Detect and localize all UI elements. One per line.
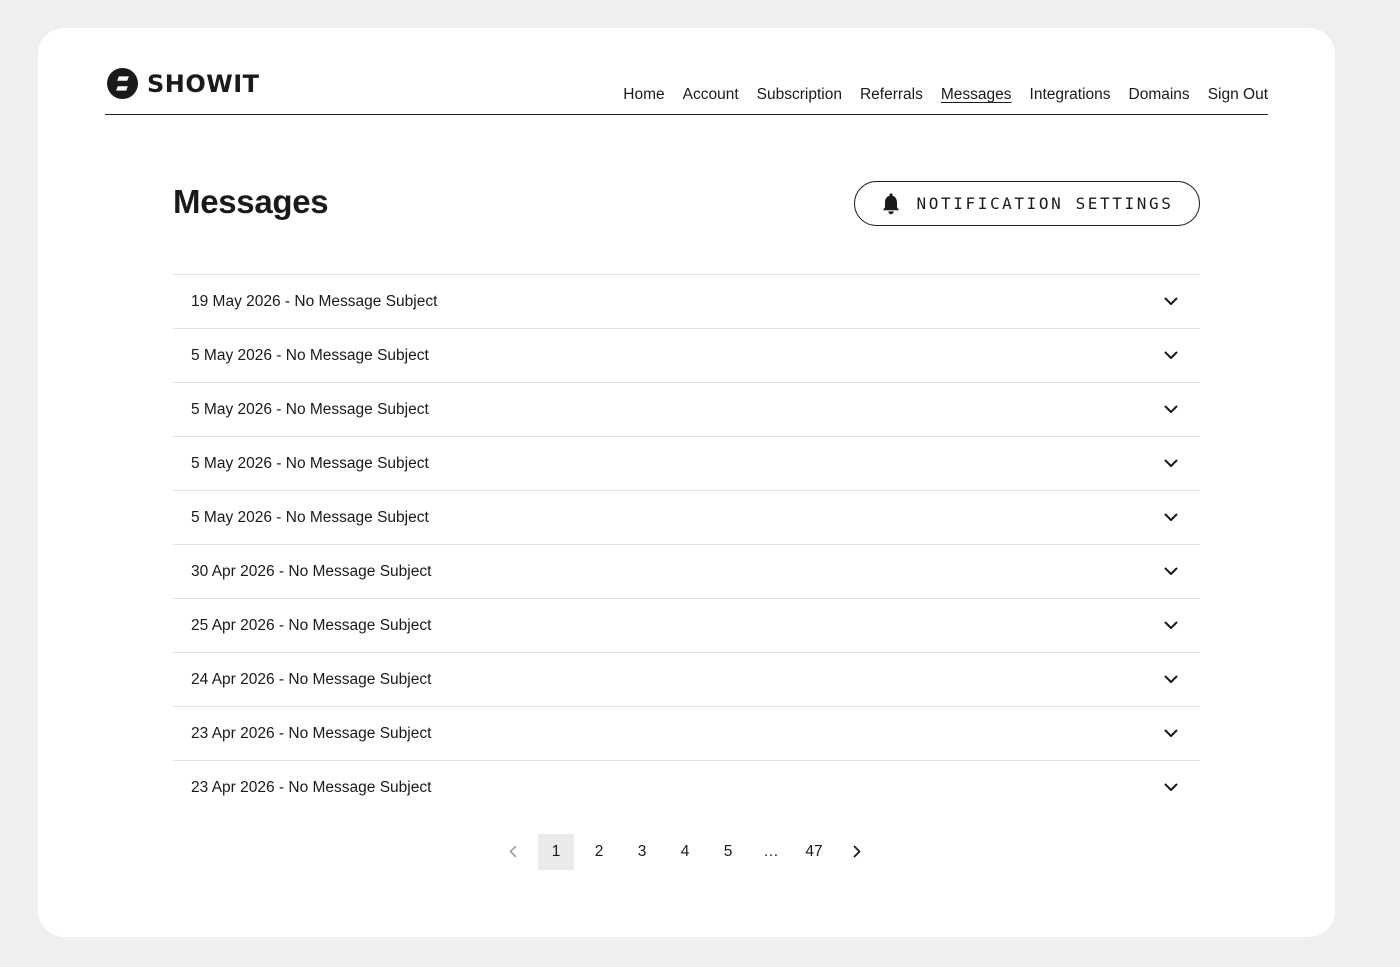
- message-row[interactable]: 24 Apr 2026 - No Message Subject: [173, 653, 1200, 707]
- nav-subscription[interactable]: Subscription: [757, 86, 842, 104]
- page-title: Messages: [173, 183, 329, 220]
- nav-sign-out[interactable]: Sign Out: [1208, 86, 1268, 104]
- pagination-prev-button[interactable]: [495, 834, 531, 870]
- brand-logo[interactable]: SHOWIT: [107, 68, 260, 99]
- page-button-4[interactable]: 4: [667, 834, 703, 870]
- page-button-1[interactable]: 1: [538, 833, 574, 870]
- message-title: 25 Apr 2026 - No Message Subject: [191, 616, 432, 634]
- chevron-right-icon: [853, 845, 861, 858]
- message-row[interactable]: 23 Apr 2026 - No Message Subject: [173, 707, 1200, 761]
- page-button-5[interactable]: 5: [710, 834, 746, 870]
- message-title: 19 May 2026 - No Message Subject: [191, 292, 438, 310]
- message-title: 24 Apr 2026 - No Message Subject: [191, 670, 432, 688]
- page-button-2[interactable]: 2: [581, 834, 617, 870]
- message-row[interactable]: 5 May 2026 - No Message Subject: [173, 491, 1200, 545]
- main-card: SHOWIT Home Account Subscription Referra…: [38, 28, 1335, 937]
- nav-home[interactable]: Home: [623, 86, 664, 104]
- notification-settings-button[interactable]: NOTIFICATION SETTINGS: [854, 181, 1200, 226]
- showit-logo-icon: [107, 68, 138, 99]
- brand-name: SHOWIT: [147, 69, 260, 98]
- chevron-left-icon: [509, 845, 517, 858]
- message-title: 5 May 2026 - No Message Subject: [191, 454, 429, 472]
- message-row[interactable]: 30 Apr 2026 - No Message Subject: [173, 545, 1200, 599]
- bell-icon: [882, 192, 899, 214]
- message-title: 23 Apr 2026 - No Message Subject: [191, 778, 432, 796]
- message-row[interactable]: 25 Apr 2026 - No Message Subject: [173, 599, 1200, 653]
- pagination-next-button[interactable]: [839, 834, 875, 870]
- chevron-down-icon[interactable]: [1164, 621, 1178, 630]
- chevron-down-icon[interactable]: [1164, 405, 1178, 414]
- message-row[interactable]: 5 May 2026 - No Message Subject: [173, 437, 1200, 491]
- notification-settings-label: NOTIFICATION SETTINGS: [916, 194, 1174, 213]
- page-button-3[interactable]: 3: [624, 834, 660, 870]
- nav-domains[interactable]: Domains: [1129, 86, 1190, 104]
- pagination: 1 2 3 4 5 … 47: [495, 833, 882, 870]
- nav-referrals[interactable]: Referrals: [860, 86, 923, 104]
- message-list: 19 May 2026 - No Message Subject 5 May 2…: [173, 274, 1200, 814]
- nav-integrations[interactable]: Integrations: [1030, 86, 1111, 104]
- message-title: 5 May 2026 - No Message Subject: [191, 400, 429, 418]
- nav-account[interactable]: Account: [683, 86, 739, 104]
- message-title: 5 May 2026 - No Message Subject: [191, 346, 429, 364]
- pagination-ellipsis: …: [763, 842, 779, 860]
- chevron-down-icon[interactable]: [1164, 351, 1178, 360]
- message-title: 5 May 2026 - No Message Subject: [191, 508, 429, 526]
- chevron-down-icon[interactable]: [1164, 675, 1178, 684]
- site-header: SHOWIT Home Account Subscription Referra…: [105, 66, 1268, 115]
- message-row[interactable]: 5 May 2026 - No Message Subject: [173, 383, 1200, 437]
- chevron-down-icon[interactable]: [1164, 567, 1178, 576]
- chevron-down-icon[interactable]: [1164, 459, 1178, 468]
- chevron-down-icon[interactable]: [1164, 729, 1178, 738]
- message-row[interactable]: 23 Apr 2026 - No Message Subject: [173, 761, 1200, 814]
- chevron-down-icon[interactable]: [1164, 783, 1178, 792]
- message-row[interactable]: 5 May 2026 - No Message Subject: [173, 329, 1200, 383]
- page-button-47[interactable]: 47: [796, 834, 832, 870]
- chevron-down-icon[interactable]: [1164, 513, 1178, 522]
- nav-messages[interactable]: Messages: [941, 86, 1012, 104]
- message-row[interactable]: 19 May 2026 - No Message Subject: [173, 275, 1200, 329]
- chevron-down-icon[interactable]: [1164, 297, 1178, 306]
- message-title: 23 Apr 2026 - No Message Subject: [191, 724, 432, 742]
- top-nav: Home Account Subscription Referrals Mess…: [623, 86, 1268, 104]
- message-title: 30 Apr 2026 - No Message Subject: [191, 562, 432, 580]
